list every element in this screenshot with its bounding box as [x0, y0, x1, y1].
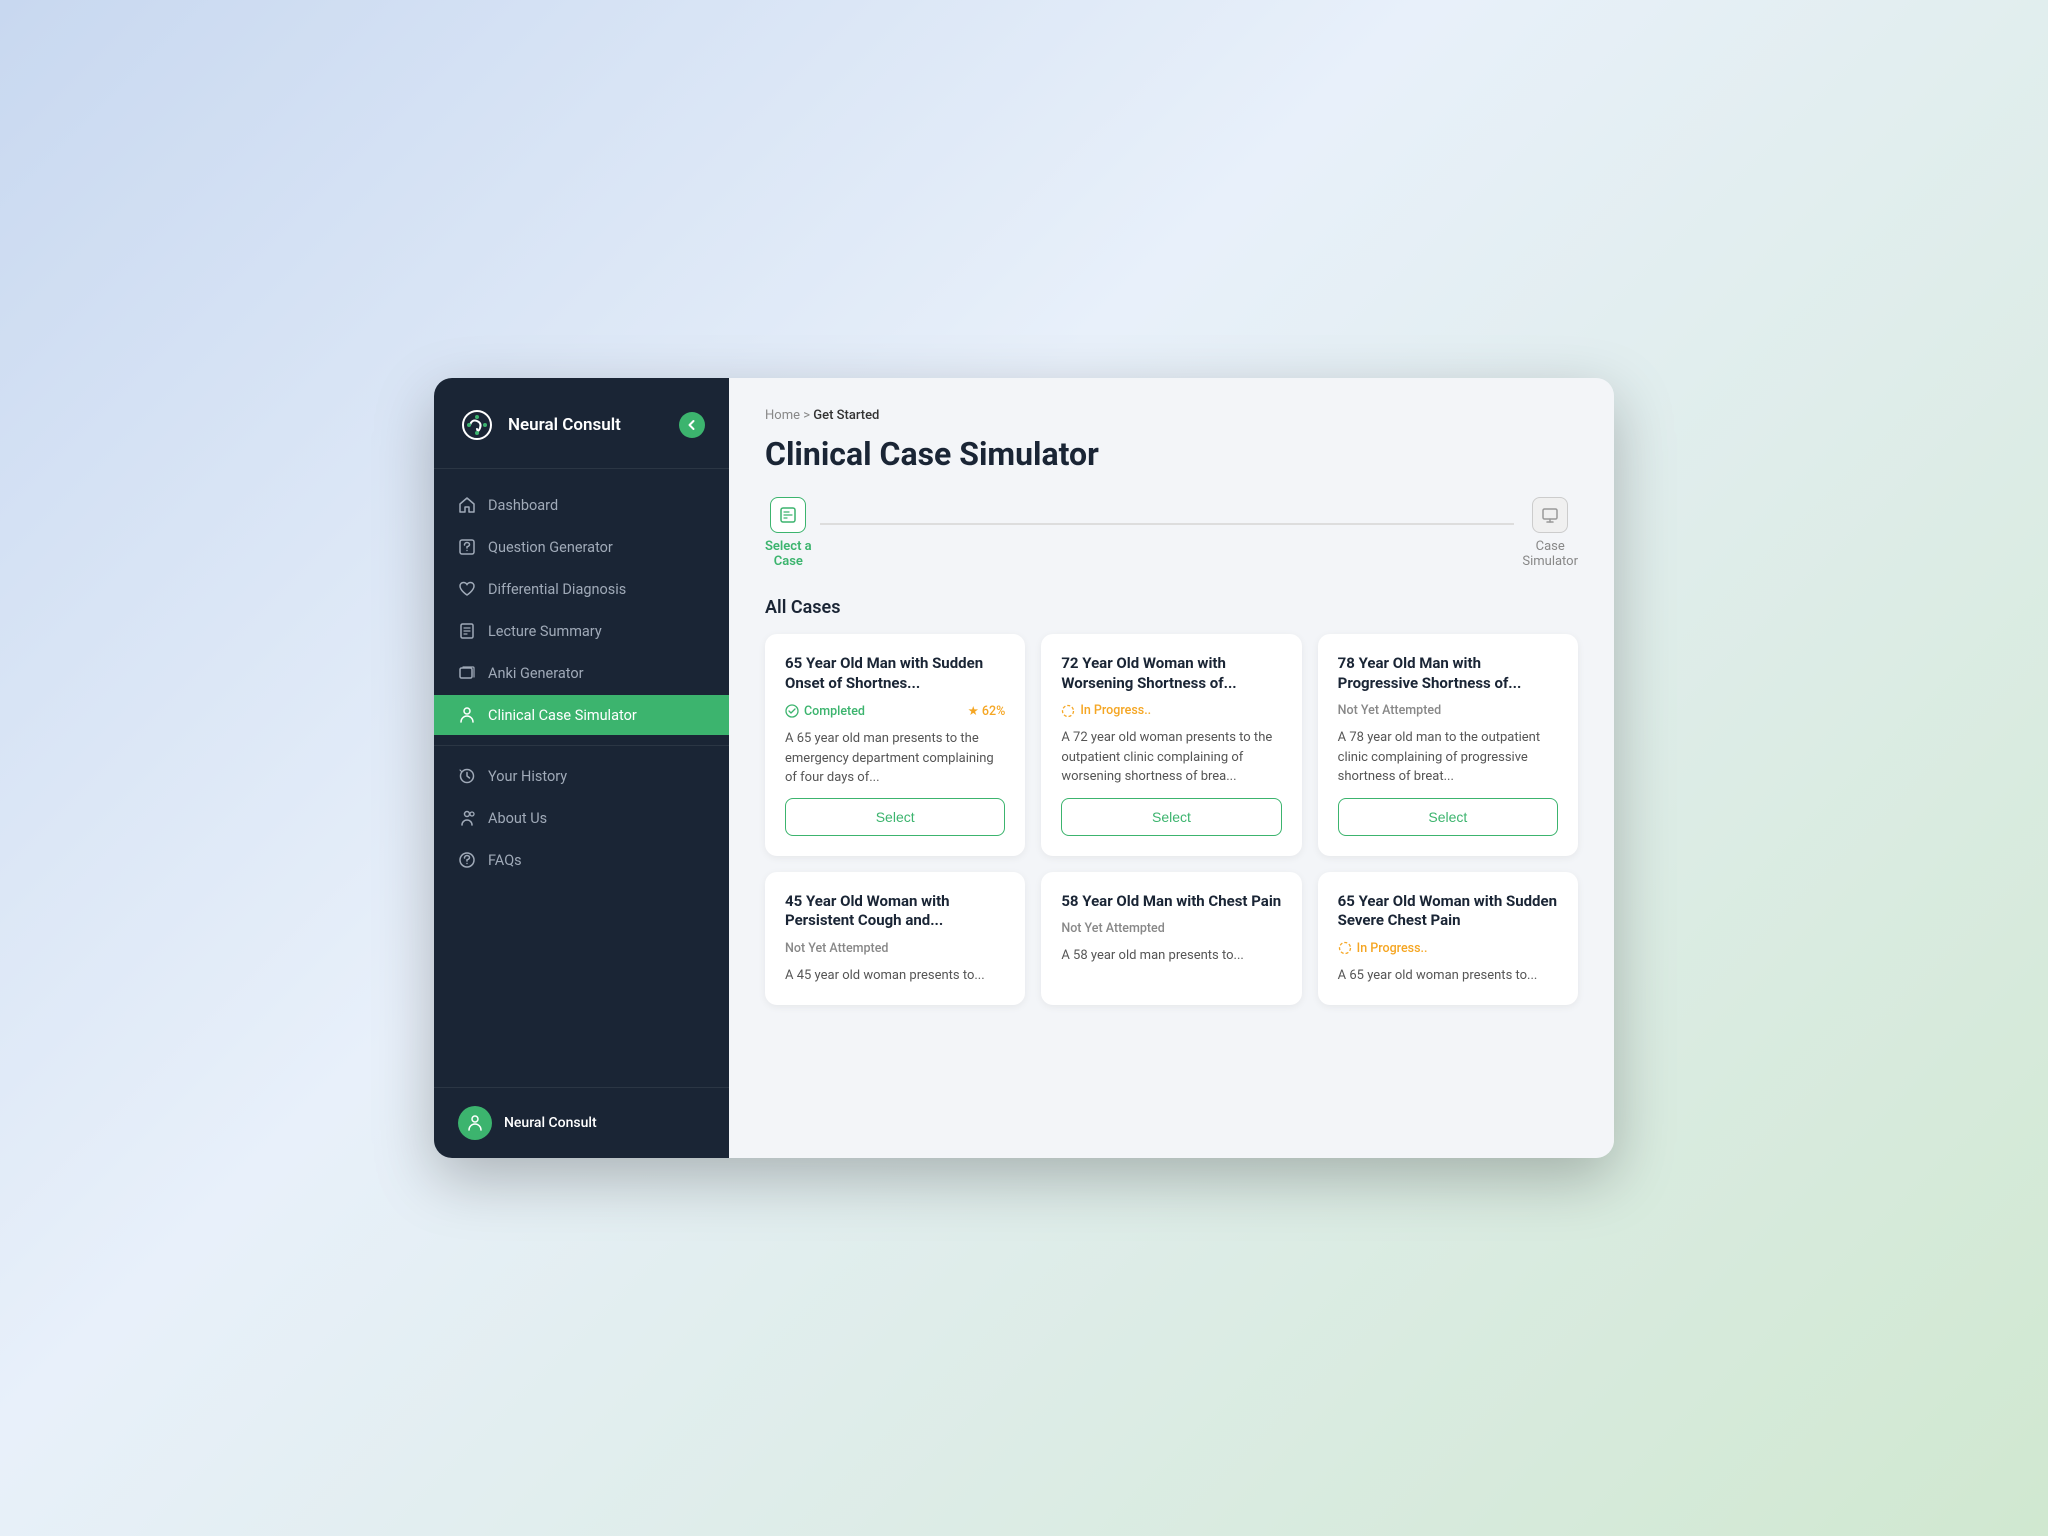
sidebar-nav: Dashboard Question Generator Differentia… [434, 469, 729, 1087]
sidebar-item-faqs[interactable]: FAQs [434, 840, 729, 880]
history-icon [458, 767, 476, 785]
step-case-simulator-icon [1532, 497, 1568, 533]
steps-bar: Select aCase CaseSimulator [765, 497, 1578, 569]
in-progress-icon-2 [1338, 941, 1352, 955]
sidebar-item-anki-generator[interactable]: Anki Generator [434, 653, 729, 693]
case-card-3: 78 Year Old Man with Progressive Shortne… [1318, 634, 1578, 856]
select-case-step-icon [779, 506, 797, 524]
sidebar-item-clinical-case-simulator[interactable]: Clinical Case Simulator [434, 695, 729, 735]
person-icon [458, 706, 476, 724]
case-1-status-label: Completed [804, 704, 865, 719]
user-avatar [458, 1106, 492, 1140]
all-cases-section-title: All Cases [765, 597, 1578, 618]
home-icon [458, 496, 476, 514]
case-5-status-label: Not Yet Attempted [1061, 921, 1164, 936]
case-2-status-badge: In Progress.. [1061, 703, 1151, 718]
step-case-simulator-label: CaseSimulator [1522, 539, 1578, 569]
sidebar-item-your-history-label: Your History [488, 768, 567, 785]
cases-grid: 65 Year Old Man with Sudden Onset of Sho… [765, 634, 1578, 1005]
case-3-status-badge: Not Yet Attempted [1338, 703, 1441, 718]
case-1-title: 65 Year Old Man with Sudden Onset of Sho… [785, 654, 1005, 693]
sidebar-item-lecture-summary-label: Lecture Summary [488, 623, 602, 640]
breadcrumb-separator: > [803, 408, 810, 423]
case-6-status-label: In Progress.. [1357, 941, 1428, 956]
sidebar-item-your-history[interactable]: Your History [434, 756, 729, 796]
cards-icon [458, 664, 476, 682]
case-5-title: 58 Year Old Man with Chest Pain [1061, 892, 1281, 912]
neural-consult-logo-icon [458, 406, 496, 444]
step-case-simulator: CaseSimulator [1522, 497, 1578, 569]
sidebar-item-about-us-label: About Us [488, 810, 547, 827]
heart-icon [458, 580, 476, 598]
sidebar-item-anki-generator-label: Anki Generator [488, 665, 584, 682]
step-select-case-icon [770, 497, 806, 533]
completed-icon [785, 704, 799, 718]
avatar-icon [466, 1114, 484, 1132]
step-select-case-label: Select aCase [765, 539, 812, 569]
sidebar-item-faqs-label: FAQs [488, 852, 522, 869]
sidebar: Neural Consult Dashboard [434, 378, 729, 1158]
case-1-status-row: Completed ★ 62% [785, 703, 1005, 719]
case-2-status-label: In Progress.. [1080, 703, 1151, 718]
about-icon [458, 809, 476, 827]
case-3-status-label: Not Yet Attempted [1338, 703, 1441, 718]
case-5-status-row: Not Yet Attempted [1061, 921, 1281, 936]
case-6-status-badge: In Progress.. [1338, 941, 1428, 956]
case-simulator-step-icon [1541, 506, 1559, 524]
sidebar-item-differential-diagnosis-label: Differential Diagnosis [488, 581, 626, 598]
case-3-description: A 78 year old man to the outpatient clin… [1338, 728, 1558, 788]
case-card-5: 58 Year Old Man with Chest Pain Not Yet … [1041, 872, 1301, 1006]
page-title: Clinical Case Simulator [765, 435, 1578, 473]
case-5-description: A 58 year old man presents to... [1061, 946, 1281, 985]
case-1-score: ★ 62% [968, 703, 1006, 719]
case-4-status-badge: Not Yet Attempted [785, 941, 888, 956]
case-6-title: 65 Year Old Woman with Sudden Severe Che… [1338, 892, 1558, 931]
case-1-description: A 65 year old man presents to the emerge… [785, 729, 1005, 788]
case-2-title: 72 Year Old Woman with Worsening Shortne… [1061, 654, 1281, 693]
case-2-description: A 72 year old woman presents to the outp… [1061, 728, 1281, 788]
sidebar-item-dashboard[interactable]: Dashboard [434, 485, 729, 525]
sidebar-item-question-generator[interactable]: Question Generator [434, 527, 729, 567]
sidebar-item-dashboard-label: Dashboard [488, 497, 558, 514]
case-4-title: 45 Year Old Woman with Persistent Cough … [785, 892, 1005, 931]
case-card-2: 72 Year Old Woman with Worsening Shortne… [1041, 634, 1301, 856]
case-4-description: A 45 year old woman presents to... [785, 966, 1005, 986]
breadcrumb: Home > Get Started [765, 408, 1578, 423]
sidebar-item-differential-diagnosis[interactable]: Differential Diagnosis [434, 569, 729, 609]
case-3-status-row: Not Yet Attempted [1338, 703, 1558, 718]
sidebar-footer-user-name: Neural Consult [504, 1115, 597, 1131]
case-3-title: 78 Year Old Man with Progressive Shortne… [1338, 654, 1558, 693]
case-3-select-button[interactable]: Select [1338, 798, 1558, 836]
in-progress-icon [1061, 704, 1075, 718]
main-content: Home > Get Started Clinical Case Simulat… [729, 378, 1614, 1158]
breadcrumb-current: Get Started [813, 408, 879, 423]
case-5-status-badge: Not Yet Attempted [1061, 921, 1164, 936]
case-4-status-label: Not Yet Attempted [785, 941, 888, 956]
question-icon [458, 538, 476, 556]
sidebar-collapse-button[interactable] [679, 412, 705, 438]
case-6-description: A 65 year old woman presents to... [1338, 966, 1558, 986]
step-select-case: Select aCase [765, 497, 812, 569]
document-icon [458, 622, 476, 640]
breadcrumb-home: Home [765, 408, 800, 423]
sidebar-item-question-generator-label: Question Generator [488, 539, 613, 556]
sidebar-header: Neural Consult [434, 378, 729, 469]
sidebar-footer: Neural Consult [434, 1087, 729, 1158]
sidebar-item-about-us[interactable]: About Us [434, 798, 729, 838]
sidebar-item-lecture-summary[interactable]: Lecture Summary [434, 611, 729, 651]
faq-icon [458, 851, 476, 869]
sidebar-app-name: Neural Consult [508, 415, 621, 435]
case-2-status-row: In Progress.. [1061, 703, 1281, 718]
case-2-select-button[interactable]: Select [1061, 798, 1281, 836]
case-card-1: 65 Year Old Man with Sudden Onset of Sho… [765, 634, 1025, 856]
case-card-6: 65 Year Old Woman with Sudden Severe Che… [1318, 872, 1578, 1006]
sidebar-item-clinical-case-simulator-label: Clinical Case Simulator [488, 707, 637, 724]
case-6-status-row: In Progress.. [1338, 941, 1558, 956]
case-1-select-button[interactable]: Select [785, 798, 1005, 836]
case-card-4: 45 Year Old Woman with Persistent Cough … [765, 872, 1025, 1006]
case-4-status-row: Not Yet Attempted [785, 941, 1005, 956]
step-line [820, 523, 1515, 525]
case-1-status-badge: Completed [785, 704, 865, 719]
sidebar-divider [434, 745, 729, 746]
